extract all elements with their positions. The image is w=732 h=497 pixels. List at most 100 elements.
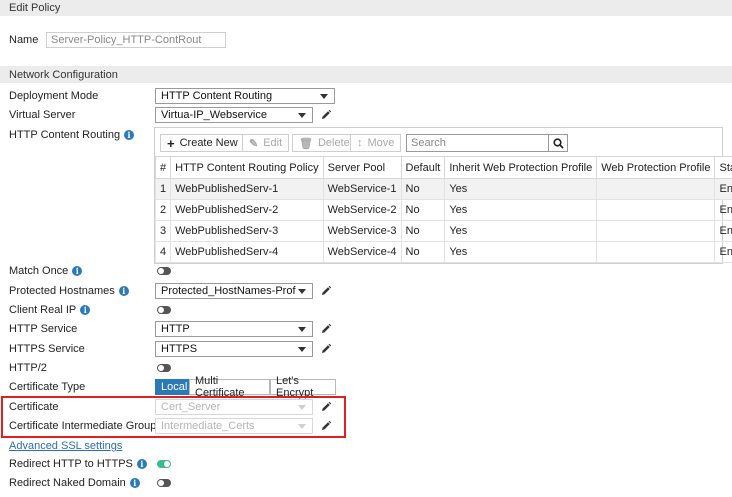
edit-pencil-icon[interactable]	[320, 285, 332, 297]
info-icon[interactable]: i	[129, 478, 140, 488]
redirect-http-https-label: Redirect HTTP to HTTPS i	[9, 456, 147, 472]
http-service-label: HTTP Service	[9, 323, 78, 335]
table-cell: Enabled	[714, 199, 732, 221]
table-header-row: # HTTP Content Routing Policy Server Poo…	[154, 156, 732, 179]
info-icon[interactable]: i	[124, 130, 135, 140]
table-cell	[596, 199, 716, 221]
https-service-select[interactable]: HTTPS	[155, 341, 313, 357]
cert-type-letsencrypt-option[interactable]: Let's Encrypt	[270, 375, 336, 399]
table-cell: 2	[154, 199, 172, 221]
chevron-down-icon	[298, 327, 306, 332]
column-header[interactable]: #	[154, 156, 172, 179]
search-input[interactable]: Search	[406, 134, 549, 152]
edit-pencil-icon[interactable]	[320, 420, 332, 432]
deployment-mode-select[interactable]: HTTP Content Routing	[155, 88, 335, 104]
content-routing-panel: + Create New ✎ Edit 🗑 Delete ↕ Move Sear…	[154, 127, 732, 264]
protected-hostnames-label-text: Protected Hostnames	[9, 285, 115, 297]
info-icon[interactable]: i	[118, 286, 129, 296]
toggle-knob	[158, 365, 164, 371]
plus-icon: +	[167, 135, 175, 151]
table-cell: Enabled	[714, 241, 732, 263]
edit-button[interactable]: ✎ Edit	[242, 134, 290, 152]
table-cell: Enabled	[714, 220, 732, 242]
info-icon[interactable]: i	[136, 459, 147, 469]
edit-pencil-icon[interactable]	[320, 401, 332, 413]
table-row[interactable]: 3 WebPublishedServ-3 WebService-3 No Yes…	[154, 220, 732, 242]
delete-button[interactable]: 🗑 Delete	[292, 134, 357, 152]
table-cell	[596, 178, 716, 200]
table-cell: Enabled	[714, 178, 732, 200]
table-cell: Yes	[444, 220, 598, 242]
column-header[interactable]: Default	[400, 156, 446, 179]
http-service-select[interactable]: HTTP	[155, 321, 313, 337]
name-input[interactable]: Server-Policy_HTTP-ContRout	[46, 32, 226, 48]
network-config-title: Network Configuration	[9, 68, 118, 81]
column-header[interactable]: Inherit Web Protection Profile	[444, 156, 598, 179]
certificate-type-label: Certificate Type	[9, 381, 86, 393]
cert-type-multi-option[interactable]: Multi Certificate	[189, 375, 270, 399]
content-routing-label: HTTP Content Routing i	[9, 127, 135, 143]
network-config-header: Network Configuration	[0, 66, 732, 83]
column-header[interactable]: Status	[714, 156, 732, 179]
search-button[interactable]	[549, 134, 568, 152]
info-icon[interactable]: i	[80, 305, 91, 315]
table-row[interactable]: 2 WebPublishedServ-2 WebService-2 No Yes…	[154, 199, 732, 221]
chevron-down-icon	[298, 347, 306, 352]
name-label: Name	[9, 34, 39, 46]
table-cell: WebService-2	[322, 199, 402, 221]
name-input-placeholder: Server-Policy_HTTP-ContRout	[51, 34, 202, 46]
table-cell: WebService-1	[322, 178, 402, 200]
toggle-knob	[158, 480, 164, 486]
match-once-toggle[interactable]	[157, 267, 171, 275]
page-title: Edit Policy	[9, 2, 61, 14]
deployment-mode-label: Deployment Mode	[9, 90, 99, 102]
virtual-server-select[interactable]: Virtua-IP_Webservice	[155, 107, 313, 123]
column-header[interactable]: HTTP Content Routing Policy	[170, 156, 324, 179]
table-cell: WebPublishedServ-1	[170, 178, 324, 200]
protected-hostnames-select[interactable]: Protected_HostNames-Prof	[155, 283, 313, 299]
table-cell: No	[400, 220, 446, 242]
search-placeholder: Search	[411, 137, 446, 149]
toggle-knob	[164, 461, 170, 467]
client-real-ip-toggle[interactable]	[157, 306, 171, 314]
chevron-down-icon	[298, 424, 306, 429]
redirect-http-https-label-text: Redirect HTTP to HTTPS	[9, 458, 133, 470]
trash-icon: 🗑	[299, 137, 313, 150]
edit-pencil-icon[interactable]	[320, 109, 332, 121]
edit-label: Edit	[263, 137, 283, 149]
table-cell: Yes	[444, 178, 598, 200]
table-row[interactable]: 4 WebPublishedServ-4 WebService-4 No Yes…	[154, 241, 732, 263]
table-cell: Yes	[444, 199, 598, 221]
move-arrows-icon: ↕	[357, 137, 363, 149]
edit-pencil-icon[interactable]	[320, 323, 332, 335]
page-header: Edit Policy	[0, 0, 732, 16]
table-cell: No	[400, 178, 446, 200]
table-row[interactable]: 1 WebPublishedServ-1 WebService-1 No Yes…	[154, 178, 732, 200]
virtual-server-value: Virtua-IP_Webservice	[161, 109, 267, 121]
match-once-label-text: Match Once	[9, 265, 69, 277]
info-icon[interactable]: i	[72, 266, 83, 276]
redirect-http-https-toggle[interactable]	[157, 460, 171, 468]
advanced-ssl-link[interactable]: Advanced SSL settings	[9, 438, 122, 454]
toggle-knob	[158, 307, 164, 313]
move-button[interactable]: ↕ Move	[350, 134, 402, 152]
table-cell: WebService-3	[322, 220, 402, 242]
column-header[interactable]: Server Pool	[322, 156, 402, 179]
certificate-select[interactable]: Cert_Server	[155, 399, 313, 415]
edit-pencil-icon[interactable]	[320, 343, 332, 355]
table-cell: 3	[154, 220, 172, 242]
chevron-down-icon	[298, 405, 306, 410]
column-header[interactable]: Web Protection Profile	[596, 156, 716, 179]
table-cell: 1	[154, 178, 172, 200]
http-service-value: HTTP	[161, 323, 190, 335]
cert-intermediate-label: Certificate Intermediate Group	[9, 420, 157, 432]
client-real-ip-label: Client Real IP i	[9, 302, 91, 318]
table-cell	[596, 220, 716, 242]
cert-type-local-option[interactable]: Local	[155, 379, 189, 395]
create-new-button[interactable]: + Create New	[160, 134, 245, 152]
https-service-label: HTTPS Service	[9, 343, 85, 355]
cert-intermediate-select[interactable]: Intermediate_Certs	[155, 418, 313, 434]
table-cell: WebPublishedServ-3	[170, 220, 324, 242]
http2-toggle[interactable]	[157, 364, 171, 372]
redirect-naked-toggle[interactable]	[157, 479, 171, 487]
